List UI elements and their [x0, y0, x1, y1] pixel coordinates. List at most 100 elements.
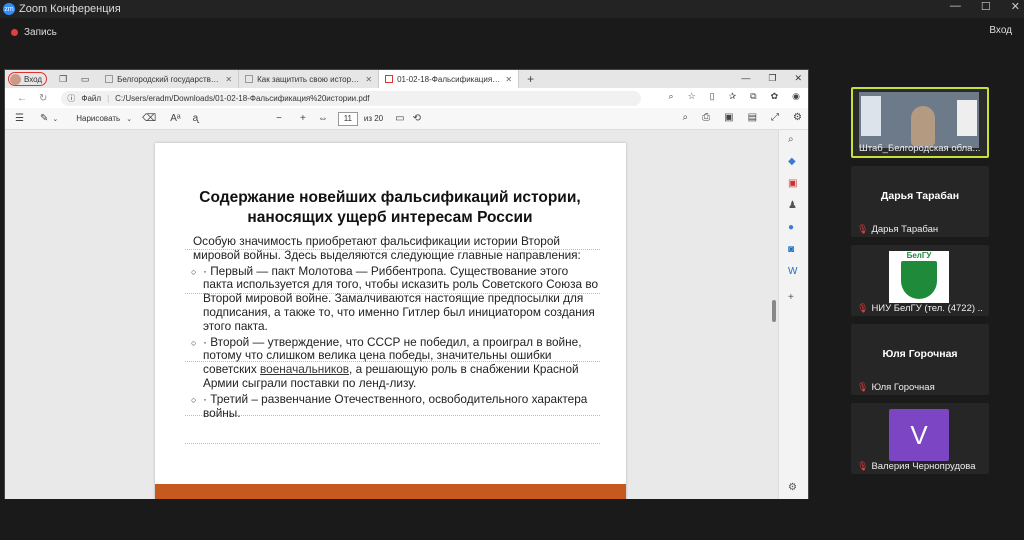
browser-restore-icon[interactable]: ❐	[768, 73, 776, 84]
edge-sidebar: ⌕ ◆ ▣ ♟ ● ◙ W + ⚙	[778, 130, 808, 499]
login-button[interactable]: Вход	[989, 25, 1012, 36]
participant-tile[interactable]: Дарья Тарабан 🎙 Дарья Тарабан	[851, 166, 989, 237]
participant-tile[interactable]: БелГУ 🎙 НИУ БелГУ (тел. (4722) ...	[851, 245, 989, 316]
highlight-icon[interactable]: ✎	[40, 113, 48, 124]
zoom-in-icon[interactable]: +	[300, 113, 306, 124]
zoom-out-icon[interactable]: −	[276, 113, 282, 124]
fit-page-icon[interactable]: ⇔	[318, 113, 328, 124]
new-tab-button[interactable]: +	[527, 72, 534, 86]
maximize-icon[interactable]: ☐	[981, 0, 991, 13]
search-icon[interactable]: ⌕	[788, 134, 794, 145]
close-icon[interactable]: ✕	[1011, 0, 1020, 13]
word-icon[interactable]: W	[788, 266, 797, 277]
games-icon[interactable]: ♟	[788, 200, 797, 211]
save-icon[interactable]: ▣	[724, 112, 733, 123]
camera-background	[861, 96, 881, 136]
info-icon[interactable]: ⓘ	[67, 93, 75, 104]
zoom-logo-icon: zm	[3, 3, 15, 15]
tag-icon[interactable]: ◆	[788, 156, 796, 167]
tab-pdf[interactable]: 01-02-18-Фальсификация истори ✕	[379, 70, 520, 88]
pdf-page: Содержание новейших фальсификаций истори…	[155, 143, 626, 499]
muted-mic-icon: 🎙	[857, 303, 869, 313]
tools-icon[interactable]: ▣	[788, 178, 797, 189]
muted-mic-icon: 🎙	[857, 382, 869, 392]
fullscreen-icon[interactable]: ⤢	[771, 112, 779, 123]
draw-button[interactable]: Нарисовать	[76, 114, 120, 123]
camera-person	[911, 106, 935, 146]
close-tab-icon[interactable]: ✕	[225, 75, 232, 84]
save-as-icon[interactable]: ▤	[748, 112, 757, 123]
extensions-icon[interactable]: ✿	[771, 91, 779, 102]
participant-name: Юля Горочная	[871, 382, 935, 393]
browser-close-icon[interactable]: ✕	[794, 73, 802, 84]
muted-mic-icon: 🎙	[857, 461, 869, 471]
close-tab-icon[interactable]: ✕	[365, 75, 372, 84]
scrollbar-thumb[interactable]	[772, 300, 776, 322]
eraser-icon[interactable]: ⌫	[142, 113, 156, 124]
chevron-down-icon[interactable]: ⌄	[126, 115, 132, 123]
address-prefix: Файл	[81, 93, 102, 103]
tab-belgu[interactable]: Белгородский государственный ✕	[99, 70, 240, 88]
tab-history[interactable]: Как защитить свою историю - F ✕	[239, 70, 380, 88]
collections-icon[interactable]: ⧉	[750, 91, 756, 102]
record-dot-icon	[11, 28, 18, 36]
url-field[interactable]: ⓘ Файл | C:/Users/eradm/Downloads/01-02-…	[61, 90, 642, 106]
profile-label: Вход	[24, 74, 43, 84]
tab-actions-icon[interactable]: ▭	[79, 73, 91, 85]
tab-label: Как защитить свою историю - F	[257, 74, 362, 84]
tab-label: 01-02-18-Фальсификация истори	[397, 74, 501, 84]
participant-name: Дарья Тарабан	[871, 224, 939, 235]
print-icon[interactable]: ⎙	[702, 112, 710, 123]
recording-indicator: Запись	[0, 18, 1024, 46]
participant-tile[interactable]: Штаб_Белгородская обла...	[851, 87, 989, 158]
profile-button[interactable]: Вход	[8, 72, 48, 86]
participant-tile[interactable]: V 🎙 Валерия Чернопрудова	[851, 403, 989, 474]
chevron-down-icon[interactable]: ⌄	[52, 115, 58, 123]
window-title: Zoom Конференция	[19, 3, 121, 15]
dotted-divider	[185, 443, 600, 444]
participant-name: Валерия Чернопрудова	[871, 461, 976, 472]
search-icon[interactable]: ⌕	[683, 112, 689, 123]
pdf-favicon-icon	[385, 75, 394, 83]
pdf-viewport[interactable]: Содержание новейших фальсификаций истори…	[5, 130, 780, 499]
browser-minimize-icon[interactable]: —	[741, 73, 750, 84]
shield-icon	[901, 261, 937, 299]
participant-tile[interactable]: Юля Горочная 🎙 Юля Горочная	[851, 324, 989, 395]
favorites-icon[interactable]: ✰	[729, 91, 737, 102]
bullet-text: · Второй — утверждение, что СССР не побе…	[203, 335, 598, 391]
back-icon[interactable]: ←	[17, 93, 27, 104]
outlook-icon[interactable]: ◙	[788, 244, 794, 255]
slide-title-line: наносящих ущерб интересам России	[247, 209, 533, 226]
page-number-input[interactable]: 11	[337, 111, 358, 126]
refresh-icon[interactable]: ↻	[39, 93, 47, 104]
pdf-toolbar: ☰ ✎ ⌄ Нарисовать ⌄ ⌫ Aᵃ ᶏ − + ⇔ 11 из 20…	[5, 108, 808, 130]
close-tab-icon[interactable]: ✕	[505, 75, 512, 84]
bullet-text: · Первый — пакт Молотова — Риббентропа. …	[203, 263, 599, 333]
rotate-icon[interactable]: ⟲	[413, 113, 421, 124]
camera-screen	[957, 100, 977, 136]
zoom-search-icon[interactable]: ⌕	[669, 91, 674, 102]
workspaces-icon[interactable]: ❐	[57, 73, 69, 85]
read-aloud-icon[interactable]: ᶏ	[193, 113, 199, 124]
shared-browser-window: Вход ❐ ▭ Белгородский государственный ✕ …	[4, 69, 809, 499]
slide-footer-bar	[155, 484, 626, 499]
add-icon[interactable]: +	[788, 292, 794, 303]
text-icon[interactable]: Aᵃ	[170, 113, 180, 124]
microsoft-365-icon[interactable]: ●	[788, 222, 794, 233]
favorite-star-icon[interactable]: ☆	[688, 91, 696, 102]
split-screen-icon[interactable]: ▯	[710, 91, 715, 102]
copilot-icon[interactable]: ◉	[792, 91, 800, 102]
settings-icon[interactable]: ⚙	[793, 112, 802, 123]
tab-label: Белгородский государственный	[117, 74, 221, 84]
slide-intro: Особую значимость приобретают фальсифика…	[193, 234, 581, 262]
url-text: C:/Users/eradm/Downloads/01-02-18-Фальси…	[115, 93, 370, 103]
bullet-item: ○ · Второй — утверждение, что СССР не по…	[191, 335, 598, 391]
minimize-icon[interactable]: —	[950, 0, 961, 13]
military-leaders-link[interactable]: военачальников	[260, 362, 349, 376]
sidebar-settings-icon[interactable]: ⚙	[788, 482, 797, 493]
participant-display-name: Юля Горочная	[882, 348, 958, 360]
bullet-item: ○ · Третий – развенчание Отечественного,…	[191, 392, 598, 421]
camera-feed	[859, 92, 979, 148]
contents-icon[interactable]: ☰	[15, 113, 24, 124]
page-view-icon[interactable]: ▭	[395, 113, 404, 124]
